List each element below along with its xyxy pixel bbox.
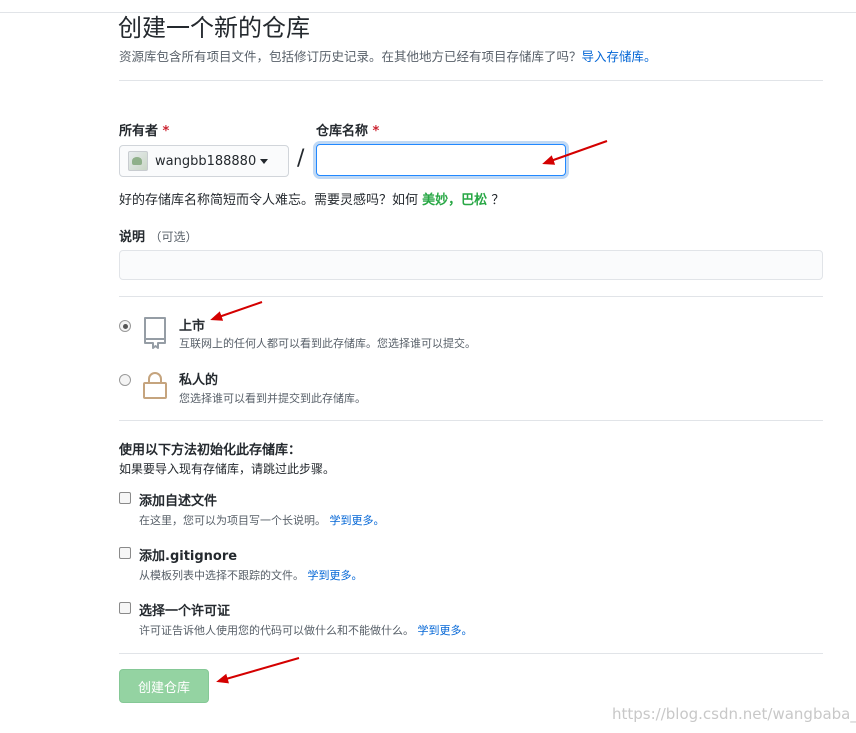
gitignore-learn-more-link[interactable]: 学到更多。	[308, 569, 363, 582]
header-divider	[119, 80, 823, 81]
subtitle-text: 资源库包含所有项目文件，包括修订历史记录。在其他地方已经有项目存储库了吗？	[119, 49, 582, 64]
description-input[interactable]	[119, 250, 823, 280]
repo-icon	[144, 317, 166, 349]
license-label: 选择一个许可证	[139, 604, 231, 619]
gitignore-note: 从模板列表中选择不跟踪的文件。 学到更多。	[139, 567, 363, 583]
public-radio[interactable]	[119, 320, 131, 332]
page-title: 创建一个新的仓库	[118, 14, 310, 42]
owner-label-text: 所有者	[119, 124, 159, 139]
init-heading: 使用以下方法初始化此存储库：	[119, 443, 302, 458]
private-radio[interactable]	[119, 374, 131, 386]
owner-required-mark: *	[162, 124, 170, 139]
public-note: 互联网上的任何人都可以看到此存储库。您选择谁可以提交。	[179, 337, 476, 350]
description-label-text: 说明	[119, 230, 146, 245]
license-learn-more-link[interactable]: 学到更多。	[418, 624, 473, 637]
arrow-public	[210, 301, 263, 321]
init-subheading: 如果要导入现有存储库，请跳过此步骤。	[119, 462, 336, 476]
avatar	[128, 151, 148, 171]
create-repository-button[interactable]: 创建仓库	[119, 669, 209, 703]
owner-repo-separator: /	[297, 146, 305, 171]
gitignore-note-text: 从模板列表中选择不跟踪的文件。	[139, 569, 304, 582]
readme-note: 在这里，您可以为项目写一个长说明。 学到更多。	[139, 512, 385, 528]
lock-icon	[143, 372, 167, 399]
private-title: 私人的	[179, 373, 219, 388]
repo-name-required-mark: *	[372, 124, 380, 139]
private-note: 您选择谁可以看到并提交到此存储库。	[179, 392, 366, 405]
arrow-create-button	[216, 657, 300, 684]
import-repository-link[interactable]: 导入存储库。	[582, 49, 657, 64]
watermark: https://blog.csdn.net/wangbaba_1	[612, 705, 856, 723]
description-optional-note: （可选）	[149, 230, 198, 244]
init-divider	[119, 653, 823, 654]
public-title: 上市	[179, 319, 206, 334]
hint-text: 好的存储库名称简短而令人难忘。需要灵感吗？如何	[119, 193, 419, 208]
gitignore-label: 添加.gitignore	[139, 549, 238, 564]
readme-label: 添加自述文件	[139, 494, 218, 509]
owner-label: 所有者 *	[119, 120, 169, 139]
readme-note-text: 在这里，您可以为项目写一个长说明。	[139, 514, 326, 527]
owner-value: wangbb188880	[155, 153, 257, 169]
license-note: 许可证告诉他人使用您的代码可以做什么和不能做什么。 学到更多。	[139, 622, 473, 638]
page-subtitle: 资源库包含所有项目文件，包括修订历史记录。在其他地方已经有项目存储库了吗？导入存…	[119, 46, 657, 65]
name-suggestion-link[interactable]: 美妙，巴松	[422, 193, 487, 208]
description-divider	[119, 296, 823, 297]
owner-select[interactable]: wangbb188880	[119, 145, 289, 177]
repo-name-label-text: 仓库名称	[316, 124, 369, 139]
repo-name-label: 仓库名称 *	[316, 120, 379, 139]
readme-checkbox[interactable]	[119, 492, 131, 504]
gitignore-checkbox[interactable]	[119, 547, 131, 559]
repo-name-input[interactable]	[316, 144, 566, 176]
description-label: 说明 （可选）	[119, 226, 198, 245]
caret-down-icon	[260, 158, 269, 164]
repo-name-hint: 好的存储库名称简短而令人难忘。需要灵感吗？如何 美妙，巴松 ？	[119, 189, 504, 208]
readme-learn-more-link[interactable]: 学到更多。	[330, 514, 385, 527]
license-checkbox[interactable]	[119, 602, 131, 614]
visibility-divider	[119, 420, 823, 421]
license-note-text: 许可证告诉他人使用您的代码可以做什么和不能做什么。	[139, 624, 414, 637]
hint-suffix: ？	[491, 193, 505, 208]
